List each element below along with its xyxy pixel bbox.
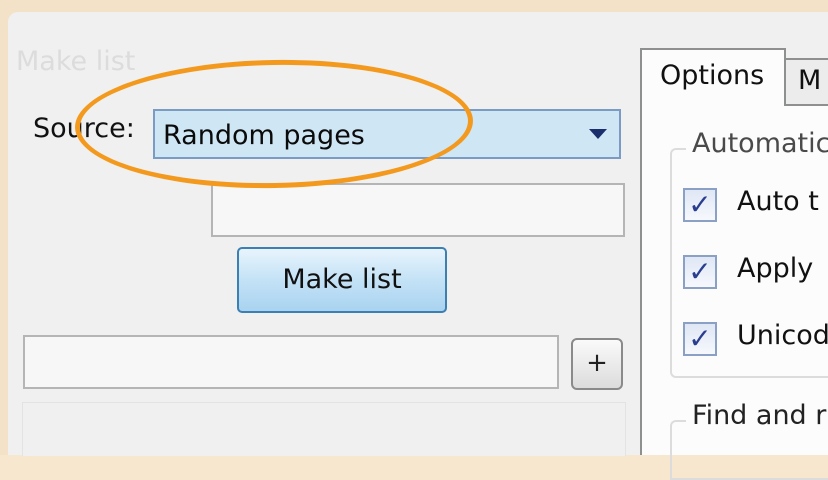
check-icon: ✓ — [688, 188, 712, 221]
make-list-group-title: Make list — [16, 46, 136, 77]
find-replace-group-label: Find and r — [686, 400, 828, 431]
unicode-label: Unicod — [737, 320, 828, 351]
check-icon: ✓ — [688, 255, 712, 288]
apply-label: Apply — [737, 253, 814, 284]
tab-more[interactable]: M — [786, 58, 828, 104]
page-list[interactable] — [22, 402, 626, 456]
add-button[interactable]: + — [571, 338, 623, 390]
check-icon: ✓ — [688, 322, 712, 355]
auto-tag-checkbox[interactable]: ✓ — [683, 188, 717, 222]
add-page-input[interactable] — [23, 335, 559, 389]
automatic-group-label: Automatic — [686, 128, 828, 159]
tab-options[interactable]: Options — [640, 48, 786, 106]
make-list-button[interactable]: Make list — [237, 247, 447, 313]
apply-checkbox[interactable]: ✓ — [683, 255, 717, 289]
auto-tag-label: Auto t — [737, 186, 819, 217]
unicode-checkbox[interactable]: ✓ — [683, 322, 717, 356]
source-text-field[interactable] — [211, 183, 625, 237]
chevron-down-icon[interactable] — [589, 129, 607, 139]
